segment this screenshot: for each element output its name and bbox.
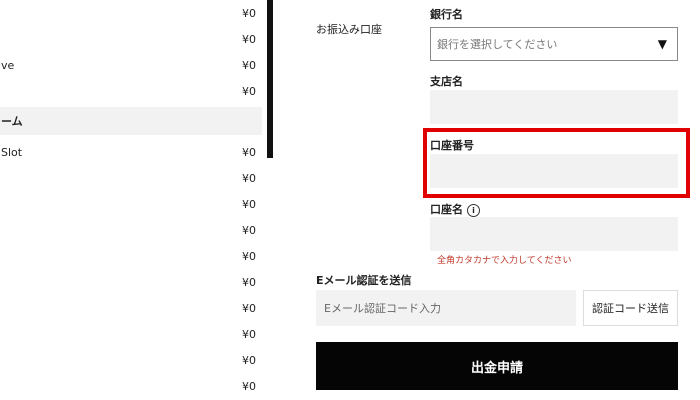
list-item[interactable]: ¥0 xyxy=(0,374,262,398)
highlight-box xyxy=(423,128,690,198)
list-item[interactable]: ¥0 xyxy=(0,79,262,103)
list-item-value: ¥0 xyxy=(242,145,256,159)
scrollbar-thumb[interactable] xyxy=(267,0,273,158)
list-item-value: ¥0 xyxy=(242,301,256,315)
email-verify-label: Eメール認証を送信 xyxy=(316,274,412,287)
list-item-value: ¥0 xyxy=(242,249,256,263)
branch-name-input[interactable] xyxy=(430,90,678,124)
account-holder-input[interactable] xyxy=(430,217,678,251)
account-holder-label: 口座名 i xyxy=(430,201,480,217)
list-item[interactable]: ¥0 xyxy=(0,166,262,190)
bank-select[interactable]: 銀行を選択してください ▼ xyxy=(430,27,678,61)
game-balance-list: ¥0 ¥0 ve ¥0 ¥0 ーム Slot ¥0 ¥0 ¥0 ¥0 ¥0 ¥0… xyxy=(0,0,262,400)
bank-name-label: 銀行名 xyxy=(430,8,463,21)
list-item-value: ¥0 xyxy=(242,6,256,20)
list-item-label: ve xyxy=(1,58,15,72)
list-item[interactable]: ¥0 xyxy=(0,192,262,216)
account-holder-hint: 全角カタカナで入力してください xyxy=(437,256,572,266)
list-item-value: ¥0 xyxy=(242,275,256,289)
list-item-value: ¥0 xyxy=(242,353,256,367)
branch-name-label: 支店名 xyxy=(430,75,463,88)
list-section-title: ーム xyxy=(0,107,262,135)
list-item[interactable]: Slot ¥0 xyxy=(0,140,262,164)
list-item[interactable]: ¥0 xyxy=(0,322,262,346)
list-item[interactable]: ¥0 xyxy=(0,27,262,51)
withdraw-submit-button[interactable]: 出金申請 xyxy=(316,342,678,390)
list-item-value: ¥0 xyxy=(242,379,256,393)
list-item-value: ¥0 xyxy=(242,32,256,46)
list-item[interactable]: ¥0 xyxy=(0,244,262,268)
list-item-label: Slot xyxy=(1,145,23,159)
send-code-button[interactable]: 認証コード送信 xyxy=(583,290,678,326)
withdrawal-screen: ¥0 ¥0 ve ¥0 ¥0 ーム Slot ¥0 ¥0 ¥0 ¥0 ¥0 ¥0… xyxy=(0,0,700,400)
list-item[interactable]: ¥0 xyxy=(0,296,262,320)
info-icon[interactable]: i xyxy=(467,203,480,217)
list-item-value: ¥0 xyxy=(242,327,256,341)
bank-select-placeholder: 銀行を選択してください xyxy=(437,38,558,51)
list-item-value: ¥0 xyxy=(242,171,256,185)
list-item[interactable]: ¥0 xyxy=(0,1,262,25)
list-item-value: ¥0 xyxy=(242,197,256,211)
caret-down-icon: ▼ xyxy=(657,37,667,51)
list-item[interactable]: ¥0 xyxy=(0,270,262,294)
withdrawal-form: お振込み口座 銀行名 銀行を選択してください ▼ 支店名 口座番号 口座名 i 全… xyxy=(275,0,700,400)
list-item[interactable]: ve ¥0 xyxy=(0,53,262,77)
list-item-value: ¥0 xyxy=(242,84,256,98)
list-item-value: ¥0 xyxy=(242,223,256,237)
list-item[interactable]: ¥0 xyxy=(0,348,262,372)
list-item[interactable]: ¥0 xyxy=(0,218,262,242)
email-code-input[interactable] xyxy=(316,290,576,326)
transfer-account-label: お振込み口座 xyxy=(316,23,382,36)
account-holder-label-text: 口座名 xyxy=(430,203,463,216)
list-item-value: ¥0 xyxy=(242,58,256,72)
